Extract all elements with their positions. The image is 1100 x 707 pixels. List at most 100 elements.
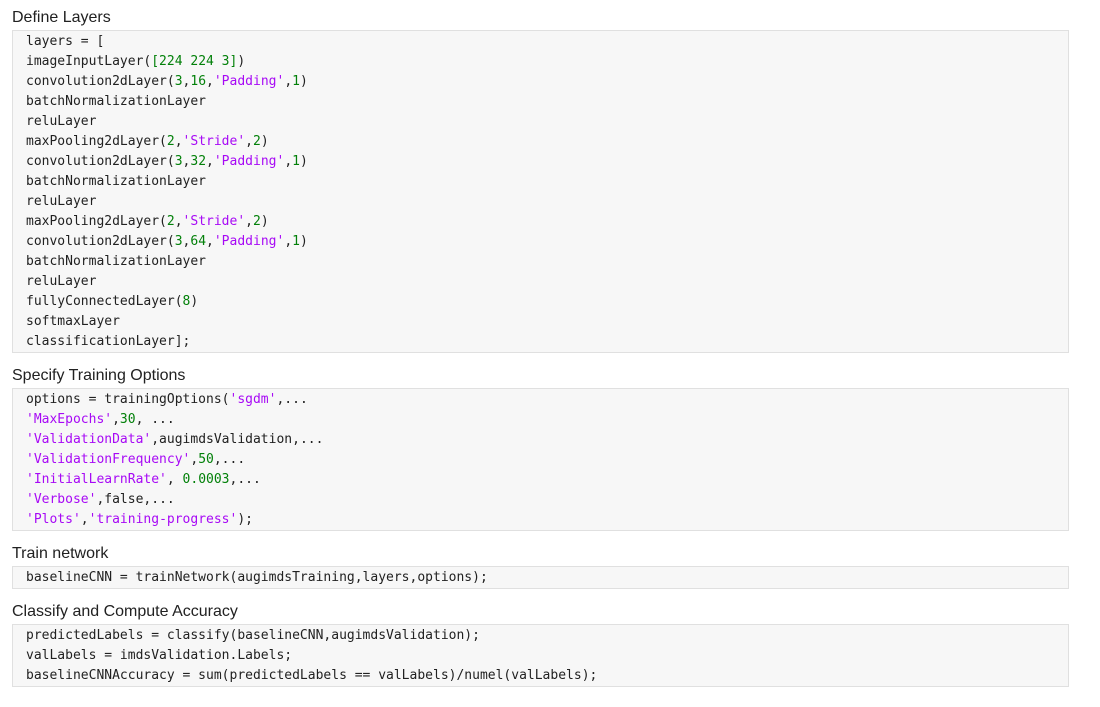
code-token: ,...: [213, 452, 246, 467]
numeric-literal: 1: [292, 154, 300, 169]
numeric-literal: [224 224 3]: [151, 54, 238, 69]
code-token: ): [299, 234, 308, 249]
code-token: fullyConnectedLayer(: [26, 294, 183, 309]
code-token: convolution2dLayer(: [26, 74, 175, 89]
string-literal: 'training-progress': [88, 512, 238, 527]
code-token: ,: [112, 412, 120, 427]
code-line: 'ValidationData',augimdsValidation,...: [13, 430, 1068, 450]
code-token: maxPooling2dLayer(: [26, 134, 167, 149]
code-line: batchNormalizationLayer: [13, 252, 1068, 272]
code-token: predictedLabels = classify(baselineCNN,a…: [26, 628, 480, 643]
code-line: 'Plots','training-progress');: [13, 510, 1068, 530]
code-line: 'MaxEpochs',30, ...: [13, 410, 1068, 430]
numeric-literal: 2: [166, 214, 175, 229]
numeric-literal: 2: [166, 134, 175, 149]
code-token: classificationLayer];: [26, 334, 191, 349]
string-literal: 'ValidationData': [26, 432, 152, 447]
code-token: softmaxLayer: [26, 314, 120, 329]
code-line: batchNormalizationLayer: [13, 92, 1068, 112]
string-literal: 'sgdm': [229, 392, 277, 407]
string-literal: 'Verbose': [26, 492, 97, 507]
code-token: ,: [284, 74, 293, 89]
code-token: ,: [174, 214, 183, 229]
numeric-literal: 2: [253, 214, 261, 229]
code-line: fullyConnectedLayer(8): [13, 292, 1068, 312]
code-token: ): [237, 54, 246, 69]
string-literal: 'Stride': [182, 214, 246, 229]
section-train-network: Train network baselineCNN = trainNetwork…: [12, 545, 1071, 589]
code-token: ,augimdsValidation,...: [151, 432, 324, 447]
code-line: predictedLabels = classify(baselineCNN,a…: [13, 626, 1068, 646]
code-token: reluLayer: [26, 114, 97, 129]
code-line: classificationLayer];: [13, 332, 1068, 352]
code-token: batchNormalizationLayer: [26, 254, 207, 269]
code-line: layers = [: [13, 32, 1068, 52]
section-classify-accuracy: Classify and Compute Accuracy predictedL…: [12, 603, 1071, 687]
numeric-literal: 0.0003: [182, 472, 230, 487]
numeric-literal: 64: [190, 234, 207, 249]
section-heading: Define Layers: [12, 9, 111, 26]
code-token: ): [299, 74, 308, 89]
code-line: maxPooling2dLayer(2,'Stride',2): [13, 132, 1068, 152]
string-literal: 'Padding': [213, 234, 285, 249]
code-line: baselineCNN = trainNetwork(augimdsTraini…: [13, 568, 1068, 588]
code-token: ,false,...: [96, 492, 175, 507]
code-line: 'ValidationFrequency',50,...: [13, 450, 1068, 470]
string-literal: 'ValidationFrequency': [26, 452, 191, 467]
code-token: ,: [284, 234, 293, 249]
code-line: convolution2dLayer(3,16,'Padding',1): [13, 72, 1068, 92]
code-token: ,...: [276, 392, 308, 407]
code-token: baselineCNN = trainNetwork(augimdsTraini…: [26, 570, 488, 585]
code-block[interactable]: layers = [ imageInputLayer([224 224 3]) co…: [12, 30, 1069, 353]
code-line: reluLayer: [13, 112, 1068, 132]
code-token: reluLayer: [26, 194, 97, 209]
string-literal: 'InitialLearnRate': [26, 472, 167, 487]
code-block[interactable]: options = trainingOptions('sgdm',... 'Max…: [12, 388, 1069, 531]
section-define-layers: Define Layers layers = [ imageInputLayer(…: [12, 9, 1071, 353]
code-token: ,: [284, 154, 293, 169]
code-token: , ...: [135, 412, 175, 427]
string-literal: 'Plots': [26, 512, 81, 527]
code-line: reluLayer: [13, 272, 1068, 292]
code-token: ): [190, 294, 199, 309]
code-token: baselineCNNAccuracy = sum(predictedLabel…: [26, 668, 598, 683]
code-line: 'Verbose',false,...: [13, 490, 1068, 510]
code-token: imageInputLayer(: [26, 54, 152, 69]
code-token: );: [237, 512, 253, 527]
code-token: ,: [245, 214, 253, 229]
code-block[interactable]: baselineCNN = trainNetwork(augimdsTraini…: [12, 566, 1069, 589]
section-heading: Train network: [12, 545, 109, 562]
code-token: layers = [: [26, 34, 105, 49]
code-token: ,: [245, 134, 253, 149]
code-line: convolution2dLayer(3,32,'Padding',1): [13, 152, 1068, 172]
code-token: ,: [206, 234, 214, 249]
code-line: softmaxLayer: [13, 312, 1068, 332]
code-token: ,...: [229, 472, 261, 487]
code-token: maxPooling2dLayer(: [26, 214, 167, 229]
code-token: options = trainingOptions(: [26, 392, 230, 407]
code-line: imageInputLayer([224 224 3]): [13, 52, 1068, 72]
numeric-literal: 2: [253, 134, 261, 149]
numeric-literal: 50: [198, 452, 214, 467]
numeric-literal: 3: [174, 234, 183, 249]
code-token: convolution2dLayer(: [26, 234, 175, 249]
code-token: ,: [80, 512, 89, 527]
code-block[interactable]: predictedLabels = classify(baselineCNN,a…: [12, 624, 1069, 687]
code-token: reluLayer: [26, 274, 97, 289]
code-token: ,: [174, 134, 183, 149]
numeric-literal: 16: [190, 74, 207, 89]
string-literal: 'Padding': [213, 74, 285, 89]
numeric-literal: 32: [190, 154, 207, 169]
section-training-options: Specify Training Options options = train…: [12, 367, 1071, 531]
numeric-literal: 3: [174, 154, 183, 169]
string-literal: 'Stride': [182, 134, 246, 149]
code-token: convolution2dLayer(: [26, 154, 175, 169]
code-line: valLabels = imdsValidation.Labels;: [13, 646, 1068, 666]
numeric-literal: 30: [119, 412, 136, 427]
numeric-literal: 3: [174, 74, 183, 89]
code-line: options = trainingOptions('sgdm',...: [13, 390, 1068, 410]
code-token: valLabels = imdsValidation.Labels;: [26, 648, 293, 663]
numeric-literal: 1: [292, 234, 300, 249]
string-literal: 'MaxEpochs': [26, 412, 113, 427]
numeric-literal: 1: [292, 74, 300, 89]
